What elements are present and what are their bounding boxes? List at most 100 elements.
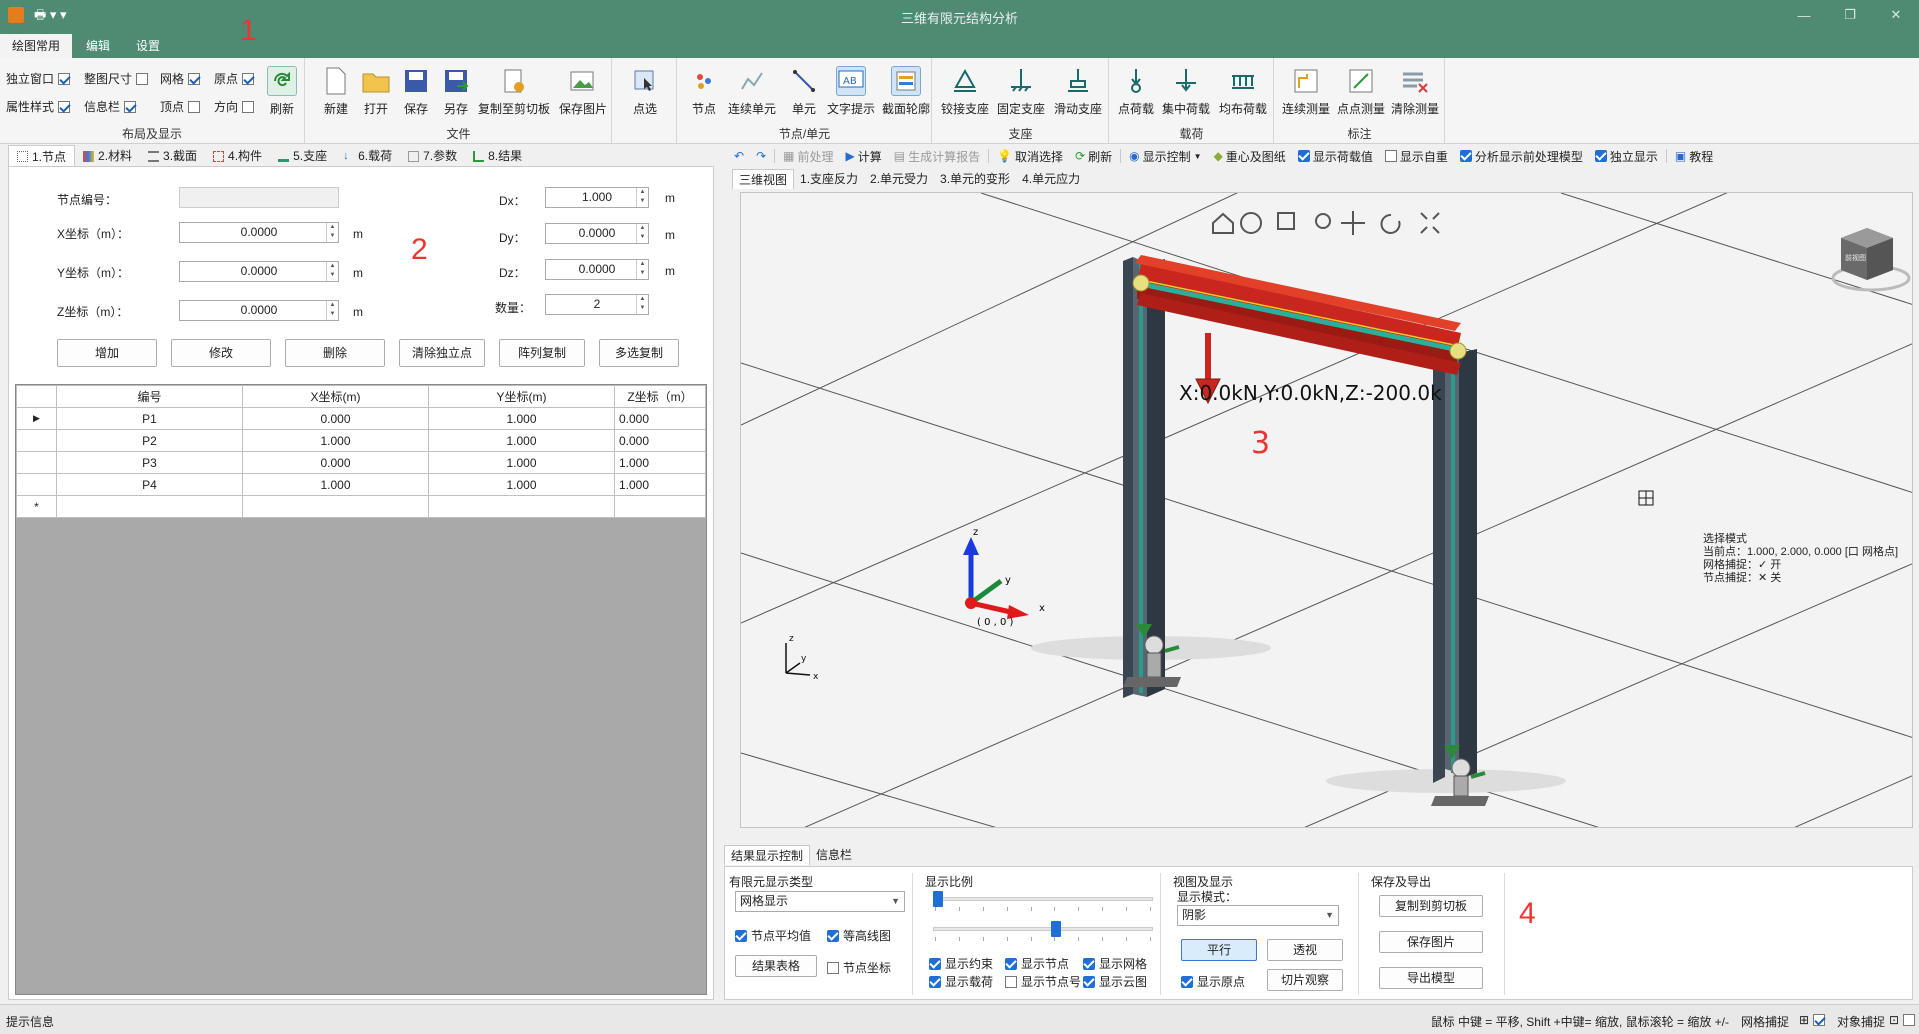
tab-result-display[interactable]: 结果显示控制 xyxy=(724,845,811,865)
dy-input[interactable]: 0.0000 ▲ ▼ xyxy=(545,223,649,244)
x-coord-input[interactable]: 0.0000 ▲ ▼ xyxy=(179,222,339,243)
tutorial-button[interactable]: ▣ 教程 xyxy=(1671,148,1717,165)
redo-icon[interactable]: ↷ xyxy=(752,149,770,163)
show-mesh-check[interactable]: 显示网格 xyxy=(1083,955,1147,972)
dz-input[interactable]: 0.0000 ▲ ▼ xyxy=(545,259,649,280)
close-icon[interactable]: ✕ xyxy=(1873,0,1919,30)
cell-id[interactable]: P3 xyxy=(56,451,243,474)
independent-display-check[interactable]: 独立显示 xyxy=(1591,148,1662,165)
scale-slider-1-thumb[interactable] xyxy=(933,891,943,907)
tab-info[interactable]: 信息栏 xyxy=(810,845,858,865)
node-average-check[interactable]: 节点平均值 xyxy=(735,927,811,944)
tab-members[interactable]: 4.构件 xyxy=(205,145,270,167)
node-id-input[interactable] xyxy=(179,187,339,208)
cell-z[interactable]: 0.000 xyxy=(614,407,706,430)
show-self-weight-check[interactable]: 显示自重 xyxy=(1381,148,1452,165)
cell-y[interactable]: 1.000 xyxy=(428,473,615,496)
undo-icon[interactable]: ↶ xyxy=(730,149,748,163)
node-button[interactable]: 节点 xyxy=(682,66,726,117)
save-picture-bottom-button[interactable]: 保存图片 xyxy=(1379,931,1483,953)
cell-y[interactable]: 1.000 xyxy=(428,407,615,430)
save-button[interactable]: 保存 xyxy=(394,66,438,117)
cell-id[interactable]: P1 xyxy=(56,407,243,430)
table-row[interactable]: ▶ P1 0.000 1.000 0.000 xyxy=(16,407,706,430)
tab-edit[interactable]: 编辑 xyxy=(74,34,122,58)
perspective-view-button[interactable]: 透视 xyxy=(1267,939,1343,961)
cell-x[interactable]: 0.000 xyxy=(242,407,429,430)
clear-independent-button[interactable]: 清除独立点 xyxy=(399,339,485,367)
point-select-button[interactable]: 点选 xyxy=(623,66,667,117)
home-icon[interactable] xyxy=(1212,212,1234,234)
table-row[interactable]: P4 1.000 1.000 1.000 xyxy=(16,473,706,496)
tab-nodes[interactable]: 1.节点 xyxy=(8,145,76,167)
save-picture-button[interactable]: 保存图片 xyxy=(556,66,610,117)
parallel-view-button[interactable]: 平行 xyxy=(1181,939,1257,961)
dx-input[interactable]: 1.000 ▲ ▼ xyxy=(545,187,649,208)
show-origin-check[interactable]: 显示原点 xyxy=(1181,973,1245,990)
element-button[interactable]: 单元 xyxy=(782,66,826,117)
view-cube[interactable]: 前视图 xyxy=(1831,228,1911,292)
show-load-check[interactable]: 显示载荷 xyxy=(929,973,993,990)
show-node-check[interactable]: 显示节点 xyxy=(1005,955,1069,972)
tab-3d-view[interactable]: 三维视图 xyxy=(732,169,795,189)
table-row[interactable]: P3 0.000 1.000 1.000 xyxy=(16,451,706,474)
export-model-button[interactable]: 导出模型 xyxy=(1379,967,1483,989)
check-info-bar[interactable]: 信息栏 xyxy=(84,98,137,115)
tab-sections[interactable]: 3.截面 xyxy=(140,145,205,167)
continuous-element-button[interactable]: 连续单元 xyxy=(724,66,780,117)
save-as-button[interactable]: 另存 xyxy=(434,66,478,117)
check-property-style[interactable]: 属性样式 xyxy=(6,98,71,115)
maximize-icon[interactable]: ❐ xyxy=(1827,0,1873,30)
check-origin[interactable]: 原点 xyxy=(214,70,255,87)
show-node-number-check[interactable]: 显示节点号 xyxy=(1005,973,1081,990)
point-load-button[interactable]: 点荷载 xyxy=(1114,66,1158,117)
calculate-button[interactable]: ▶ 计算 xyxy=(841,148,885,165)
report-button[interactable]: ▤ 生成计算报告 xyxy=(890,148,984,165)
refresh-layout-button[interactable]: 刷新 xyxy=(262,66,302,117)
orbit-icon[interactable] xyxy=(1240,212,1262,234)
fe-display-select[interactable]: 网格显示 ▼ xyxy=(735,891,905,912)
count-input[interactable]: 2 ▲ ▼ xyxy=(545,294,649,315)
check-independent-window[interactable]: 独立窗口 xyxy=(6,70,71,87)
node-coord-check[interactable]: 节点坐标 xyxy=(827,959,891,976)
tab-parameters[interactable]: 7.参数 xyxy=(400,145,465,167)
tab-element-force[interactable]: 2.单元受力 xyxy=(864,169,934,189)
point-point-measure-button[interactable]: 点点测量 xyxy=(1335,66,1387,117)
clear-measure-button[interactable]: 清除测量 xyxy=(1389,66,1441,117)
new-button[interactable]: 新建 xyxy=(314,66,358,117)
minimize-icon[interactable]: — xyxy=(1781,0,1827,30)
table-row[interactable]: P2 1.000 1.000 0.000 xyxy=(16,429,706,452)
table-new-row[interactable]: * xyxy=(16,495,706,518)
cell-x[interactable]: 0.000 xyxy=(242,451,429,474)
cell-z[interactable]: 1.000 xyxy=(614,473,706,496)
fit-view-icon[interactable] xyxy=(1420,212,1440,234)
copy-to-clipboard-button[interactable]: 复制至剪切板 xyxy=(474,66,554,117)
section-profile-button[interactable]: 截面轮廓 xyxy=(880,66,932,117)
refresh-view-button[interactable]: ⟳ 刷新 xyxy=(1071,148,1116,165)
hinge-support-button[interactable]: 铰接支座 xyxy=(939,66,991,117)
tab-element-deform[interactable]: 3.单元的变形 xyxy=(934,169,1016,189)
z-coord-input[interactable]: 0.0000 ▲ ▼ xyxy=(179,300,339,321)
object-snap-icon[interactable]: ⊡ xyxy=(1889,1013,1899,1027)
3d-viewport[interactable]: 前视图 X:0.0kN,Y:0.0kN,Z:-200.0k 3 z y x (… xyxy=(740,192,1913,828)
cell-y[interactable]: 1.000 xyxy=(428,429,615,452)
tab-supports[interactable]: 5.支座 xyxy=(270,145,335,167)
result-table-button[interactable]: 结果表格 xyxy=(735,955,817,977)
object-snap-check[interactable] xyxy=(1903,1014,1915,1026)
distributed-load-button[interactable]: 均布荷载 xyxy=(1216,66,1270,117)
scale-slider-2-thumb[interactable] xyxy=(1051,921,1061,937)
text-hint-button[interactable]: AB 文字提示 xyxy=(824,66,878,117)
zoom-window-icon[interactable] xyxy=(1277,212,1295,230)
add-node-button[interactable]: 增加 xyxy=(57,339,157,367)
open-button[interactable]: 打开 xyxy=(354,66,398,117)
tab-support-reaction[interactable]: 1.支座反力 xyxy=(794,169,864,189)
tab-materials[interactable]: 2.材料 xyxy=(75,145,140,167)
display-mode-select[interactable]: 阴影 ▼ xyxy=(1177,905,1339,926)
concentrated-load-button[interactable]: 集中荷载 xyxy=(1160,66,1212,117)
cell-id[interactable]: P4 xyxy=(56,473,243,496)
scene-canvas[interactable]: 前视图 X:0.0kN,Y:0.0kN,Z:-200.0k 3 z y x (… xyxy=(741,193,1913,828)
check-full-size[interactable]: 整图尺寸 xyxy=(84,70,149,87)
sliding-support-button[interactable]: 滑动支座 xyxy=(1051,66,1105,117)
modify-node-button[interactable]: 修改 xyxy=(171,339,271,367)
check-grid[interactable]: 网格 xyxy=(160,70,201,87)
